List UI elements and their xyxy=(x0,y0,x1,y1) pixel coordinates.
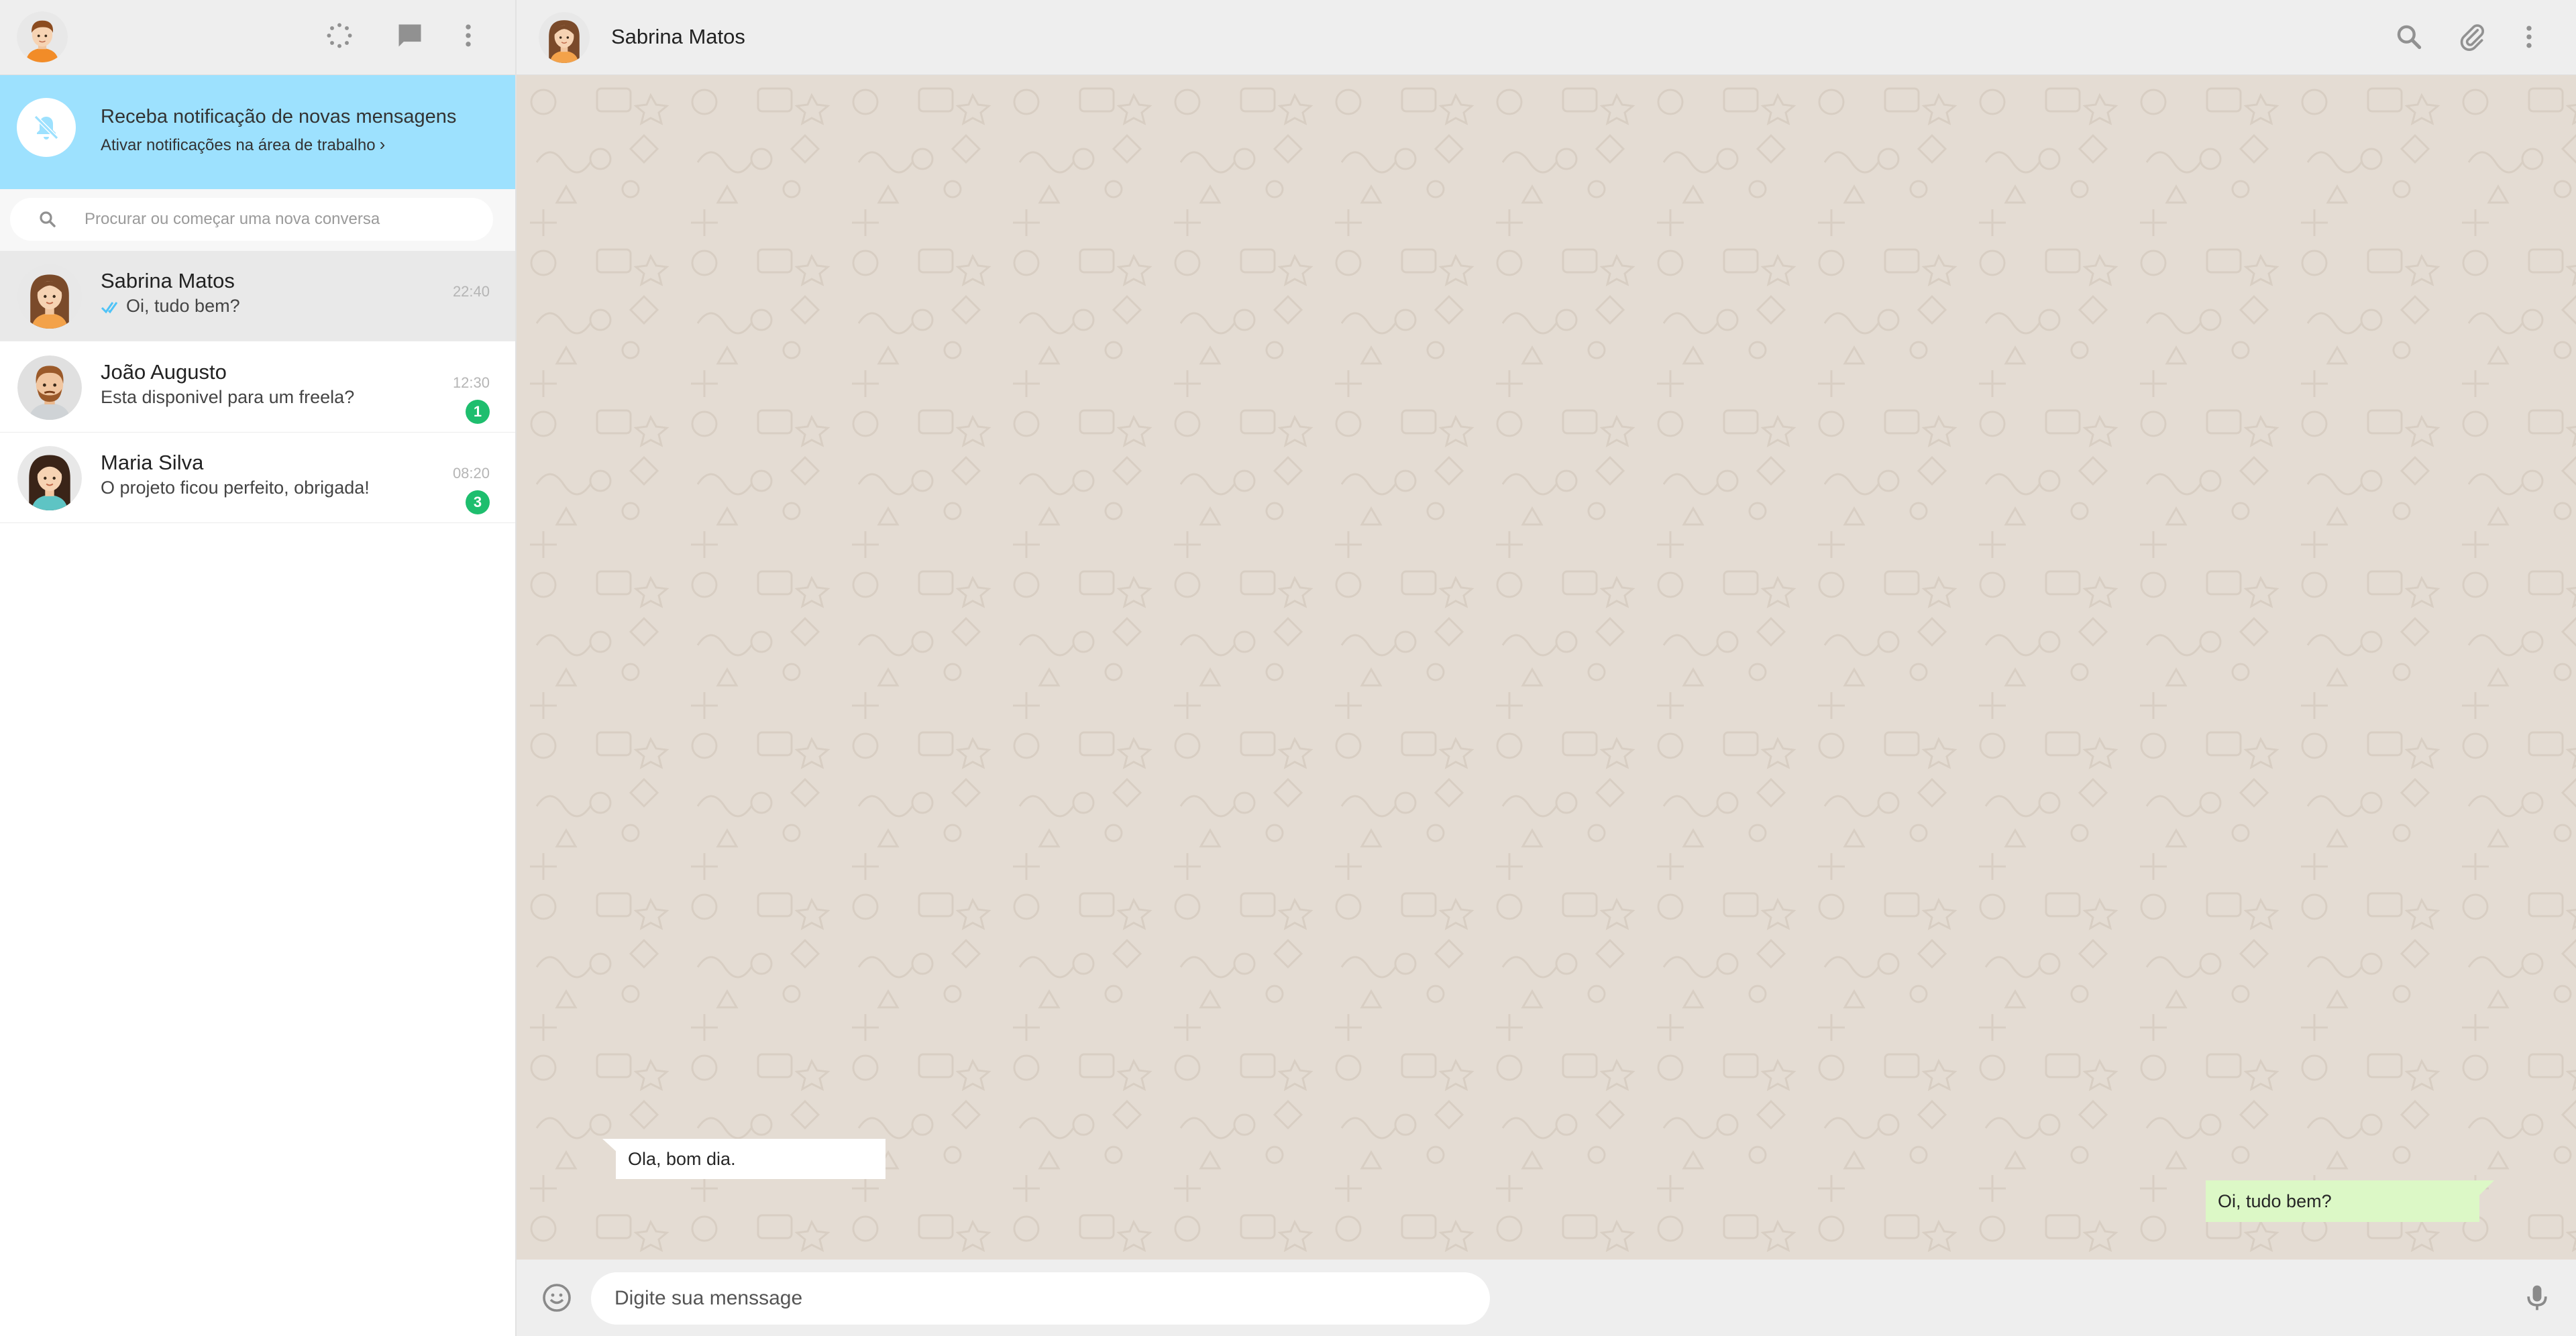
chat-item-joao-augusto[interactable]: João Augusto Esta disponivel para um fre… xyxy=(0,342,515,433)
attach-icon[interactable] xyxy=(2453,18,2491,56)
chat-time: 08:20 xyxy=(452,465,490,482)
chat-last-message: O projeto ficou perfeito, obrigada! xyxy=(101,478,370,498)
search-icon xyxy=(40,211,56,227)
user-avatar[interactable] xyxy=(17,11,68,62)
chat-wallpaper: Ola, bom dia. Oi, tudo bem? xyxy=(517,75,2576,1260)
search-input[interactable] xyxy=(85,201,480,237)
message-incoming: Ola, bom dia. xyxy=(616,1139,885,1179)
contact-avatar[interactable] xyxy=(539,12,590,63)
wallpaper-pattern xyxy=(517,75,2576,1260)
chat-name: Maria Silva xyxy=(101,451,204,474)
chat-last-message-text: Oi, tudo bem? xyxy=(126,296,240,316)
avatar xyxy=(17,264,82,329)
emoji-icon[interactable] xyxy=(537,1278,577,1318)
chat-name: Sabrina Matos xyxy=(101,269,235,292)
chat-time: 12:30 xyxy=(452,374,490,391)
notifications-off-icon xyxy=(17,98,76,157)
new-chat-icon[interactable] xyxy=(391,17,429,54)
avatar xyxy=(17,355,82,420)
message-composer xyxy=(517,1260,2576,1336)
read-ticks-icon xyxy=(101,302,118,314)
chat-name: João Augusto xyxy=(101,360,227,384)
notification-title: Receba notificação de novas mensagens xyxy=(101,106,457,127)
chat-item-sabrina-matos[interactable]: Sabrina Matos Oi, tudo bem? 22:40 xyxy=(0,251,515,341)
avatar xyxy=(17,446,82,510)
chat-last-message: Esta disponivel para um freela? xyxy=(101,387,355,407)
enable-notifications-link[interactable]: Ativar notificações na área de trabalho › xyxy=(101,134,385,155)
message-outgoing: Oi, tudo bem? xyxy=(2206,1180,2479,1222)
search-icon[interactable] xyxy=(2390,18,2428,56)
contact-name[interactable]: Sabrina Matos xyxy=(611,25,745,49)
chat-item-maria-silva[interactable]: Maria Silva O projeto ficou perfeito, ob… xyxy=(0,433,515,523)
conversation-header: Sabrina Matos xyxy=(517,0,2576,75)
unread-badge: 3 xyxy=(466,490,490,514)
notification-banner xyxy=(0,75,515,189)
conversation-panel: Sabrina Matos Ola, bom dia. Oi, tudo bem… xyxy=(517,0,2576,1336)
status-icon[interactable] xyxy=(321,17,358,54)
chat-time: 22:40 xyxy=(452,283,490,300)
menu-icon[interactable] xyxy=(2510,18,2548,56)
sidebar: Receba notificação de novas mensagens At… xyxy=(0,0,517,1336)
outgoing-bubble-tail xyxy=(2479,1180,2494,1195)
notification-link-label: Ativar notificações na área de trabalho xyxy=(101,136,376,154)
menu-icon[interactable] xyxy=(449,17,487,54)
message-input[interactable] xyxy=(614,1274,1480,1323)
sidebar-header xyxy=(0,0,515,75)
microphone-icon[interactable] xyxy=(2517,1276,2557,1320)
chat-last-message: Oi, tudo bem? xyxy=(101,296,240,317)
chevron-right-icon: › xyxy=(379,134,386,154)
unread-badge: 1 xyxy=(466,400,490,424)
